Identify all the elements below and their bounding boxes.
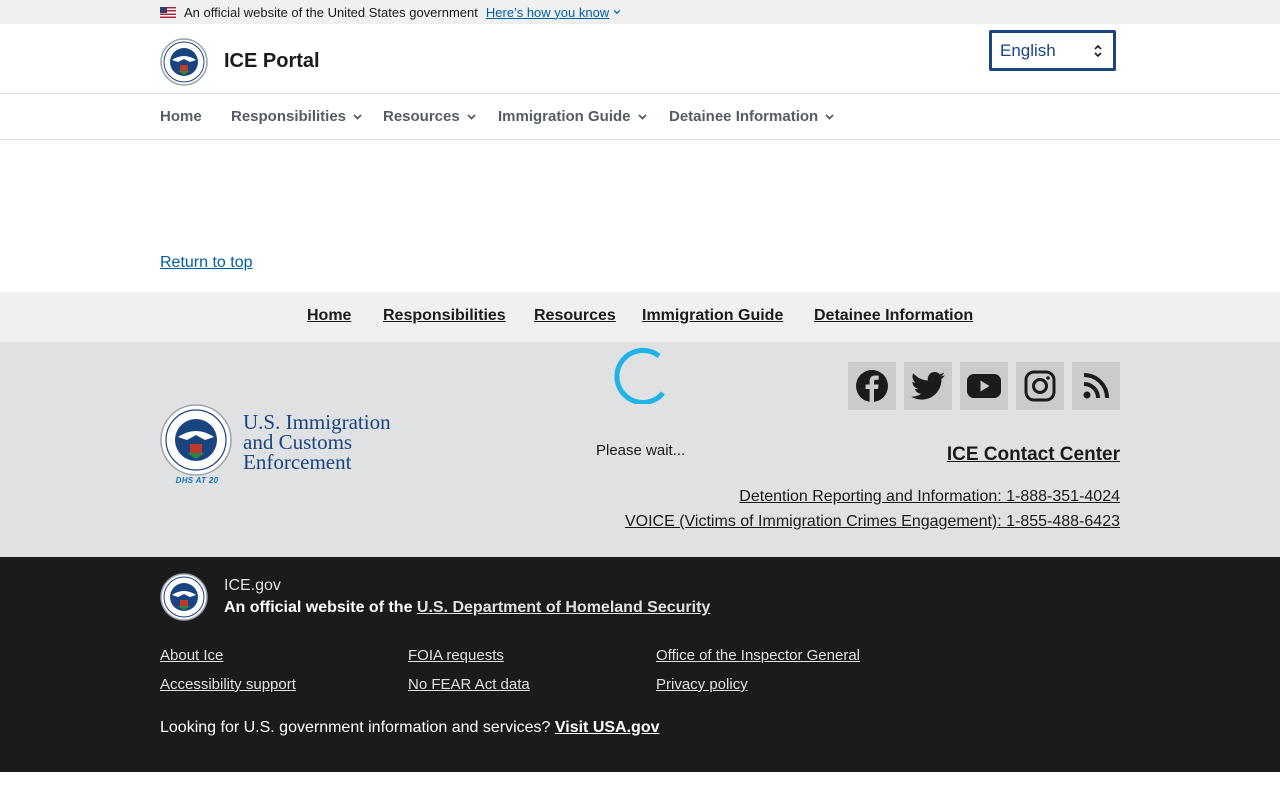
dhs-link[interactable]: U.S. Department of Homeland Security [417, 599, 710, 616]
detention-reporting-link[interactable]: Detention Reporting and Information: 1-8… [739, 488, 1120, 506]
dhs-seal-logo[interactable] [160, 38, 208, 86]
language-select-value: English [1000, 40, 1056, 60]
nav-item-home[interactable]: Home [160, 108, 202, 125]
chevron-down-icon [467, 113, 476, 120]
official-prefix: An official website of the [224, 599, 417, 616]
rss-link[interactable] [1072, 362, 1120, 410]
site-title[interactable]: ICE Portal [224, 50, 320, 73]
usa-prefix: Looking for U.S. government information … [160, 719, 555, 736]
ice-logo-line: U.S. Immigration [243, 410, 391, 434]
loading-text: Please wait... [596, 442, 686, 459]
identifier-official-text: An official website of the U.S. Departme… [224, 599, 710, 617]
instagram-icon [1024, 370, 1056, 402]
identifier: ICE.gov An official website of the U.S. … [0, 557, 1280, 772]
heres-how-you-know-link[interactable]: Here’s how you know [486, 5, 609, 20]
nav-item-label: Immigration Guide [498, 108, 631, 125]
footer-nav-home[interactable]: Home [307, 307, 351, 325]
gov-banner: An official website of the United States… [0, 0, 1280, 24]
youtube-link[interactable] [960, 362, 1008, 410]
ice-logo-line: and Customs [243, 430, 353, 454]
footer-nav-resources[interactable]: Resources [534, 307, 616, 325]
nav-item-detainee-information[interactable]: Detainee Information [669, 108, 834, 125]
ice-logo-line: Enforcement [243, 450, 352, 474]
visit-usa-gov-link[interactable]: Visit USA.gov [555, 719, 660, 736]
ice-contact-center-link[interactable]: ICE Contact Center [947, 444, 1120, 466]
site-header: ICE Portal English [0, 24, 1280, 94]
instagram-link[interactable] [1016, 362, 1064, 410]
chevron-down-icon [353, 113, 362, 120]
identifier-domain: ICE.gov [224, 577, 281, 594]
footer-nav-detainee-information[interactable]: Detainee Information [814, 307, 973, 325]
chevron-down-icon [825, 113, 834, 120]
dhs-seal-logo[interactable] [160, 573, 208, 621]
nav-item-immigration-guide[interactable]: Immigration Guide [498, 108, 647, 125]
us-flag-icon [160, 6, 176, 18]
gov-banner-text: An official website of the United States… [184, 4, 478, 20]
privacy-policy-link[interactable]: Privacy policy [656, 676, 748, 693]
language-select[interactable]: English [989, 30, 1116, 71]
usa-gov-text: Looking for U.S. government information … [160, 719, 660, 737]
nav-item-responsibilities[interactable]: Responsibilities [231, 108, 362, 125]
youtube-icon [967, 374, 1001, 398]
nav-item-label: Home [160, 108, 202, 125]
nav-item-label: Detainee Information [669, 108, 819, 125]
nav-item-label: Resources [383, 108, 460, 125]
ice-logo-text: U.S. Immigration and Customs Enforcement [243, 410, 391, 474]
facebook-link[interactable] [848, 362, 896, 410]
twitter-link[interactable] [904, 362, 952, 410]
return-to-top-link[interactable]: Return to top [160, 254, 253, 272]
foia-requests-link[interactable]: FOIA requests [408, 647, 504, 664]
select-arrows-icon [1094, 44, 1102, 58]
voice-link[interactable]: VOICE (Victims of Immigration Crimes Eng… [625, 513, 1120, 531]
primary-nav: Home Responsibilities Resources Immigrat… [0, 94, 1280, 140]
footer-nav: Home Responsibilities Resources Immigrat… [0, 292, 1280, 342]
nav-item-label: Responsibilities [231, 108, 347, 125]
no-fear-act-link[interactable]: No FEAR Act data [408, 676, 530, 693]
inspector-general-link[interactable]: Office of the Inspector General [656, 647, 860, 664]
loading-spinner-icon [614, 347, 665, 404]
about-ice-link[interactable]: About Ice [160, 647, 223, 664]
chevron-down-icon [637, 113, 647, 120]
dhs-at-20-badge: DHS AT 20 [175, 476, 219, 485]
chevron-down-icon[interactable] [613, 8, 621, 16]
nav-item-resources[interactable]: Resources [383, 108, 476, 125]
accessibility-support-link[interactable]: Accessibility support [160, 676, 296, 693]
rss-icon [1083, 373, 1109, 399]
twitter-icon [911, 371, 945, 400]
footer-nav-immigration-guide[interactable]: Immigration Guide [642, 307, 783, 325]
facebook-icon [856, 370, 888, 402]
dhs-seal-icon [160, 404, 232, 476]
ice-logo[interactable]: DHS AT 20 U.S. Immigration and Customs E… [160, 404, 405, 490]
footer-nav-responsibilities[interactable]: Responsibilities [383, 307, 506, 325]
